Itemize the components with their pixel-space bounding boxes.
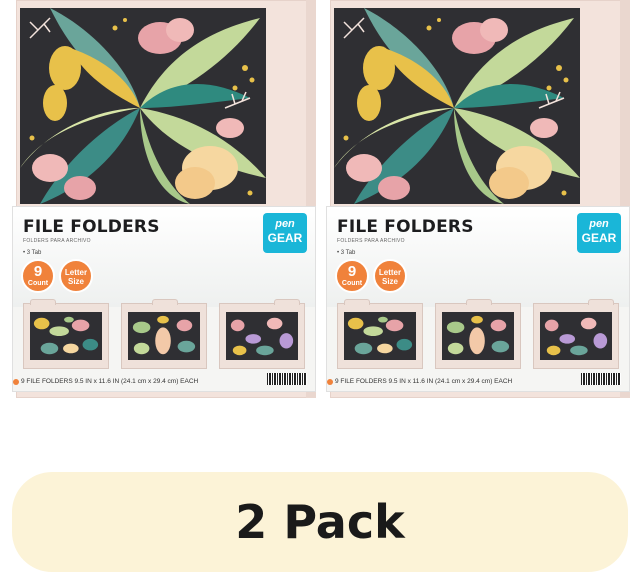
folder-tab [274,299,300,305]
pack-count-banner: 2 Pack [12,472,628,572]
floral-cover-art [20,8,266,204]
folder-thumbnail [219,299,305,369]
product-subtitle: FOLDERS PARA ARCHIVO [337,238,405,244]
product-subtitle: FOLDERS PARA ARCHIVO [23,238,91,244]
size-text: Letter Size [378,268,402,286]
barcode [581,373,621,385]
brand-logo: pen GEAR [263,213,307,253]
size-footer: 9 FILE FOLDERS 9.5 IN x 11.6 IN (24.1 cm… [335,378,513,385]
product-title: FILE FOLDERS [23,217,160,237]
folder-tab [588,299,614,305]
barcode [267,373,307,385]
count-number: 9 [33,263,43,280]
pack-count-label: 2 Pack [235,495,405,549]
folder-tab [152,299,178,305]
folder-tab [344,299,370,305]
size-footer: 9 FILE FOLDERS 9.5 IN x 11.6 IN (24.1 cm… [21,378,199,385]
small-brand-icon [13,379,19,385]
brand-line1: pen [275,218,295,230]
brand-logo: pen GEAR [577,213,621,253]
packaging-card: FILE FOLDERS FOLDERS PARA ARCHIVO • 3 Ta… [326,206,630,392]
brand-line2: GEAR [267,231,303,245]
folder-thumbnail [435,299,521,369]
size-text: Letter Size [64,268,88,286]
folder-thumbnail [23,299,109,369]
floral-cover-art [334,8,580,204]
count-badge: 9 Count [21,259,55,293]
count-number: 9 [347,263,357,280]
product-title: FILE FOLDERS [337,217,474,237]
tab-note: • 3 Tab [337,250,356,256]
packaging-card: FILE FOLDERS FOLDERS PARA ARCHIVO • 3 Ta… [12,206,316,392]
tab-note: • 3 Tab [23,250,42,256]
folder-tab [466,299,492,305]
letter-size-badge: Letter Size [373,259,407,293]
product-image-right[interactable]: FILE FOLDERS FOLDERS PARA ARCHIVO • 3 Ta… [326,0,630,398]
folder-thumbnail [533,299,619,369]
folder-thumbnail [121,299,207,369]
product-image-left[interactable]: FILE FOLDERS FOLDERS PARA ARCHIVO • 3 Ta… [12,0,316,398]
count-text: Count [341,280,363,287]
count-badge: 9 Count [335,259,369,293]
count-text: Count [27,280,49,287]
brand-line2: GEAR [581,231,617,245]
folder-tab [30,299,56,305]
folder-thumbnail [337,299,423,369]
letter-size-badge: Letter Size [59,259,93,293]
brand-line1: pen [589,218,609,230]
small-brand-icon [327,379,333,385]
